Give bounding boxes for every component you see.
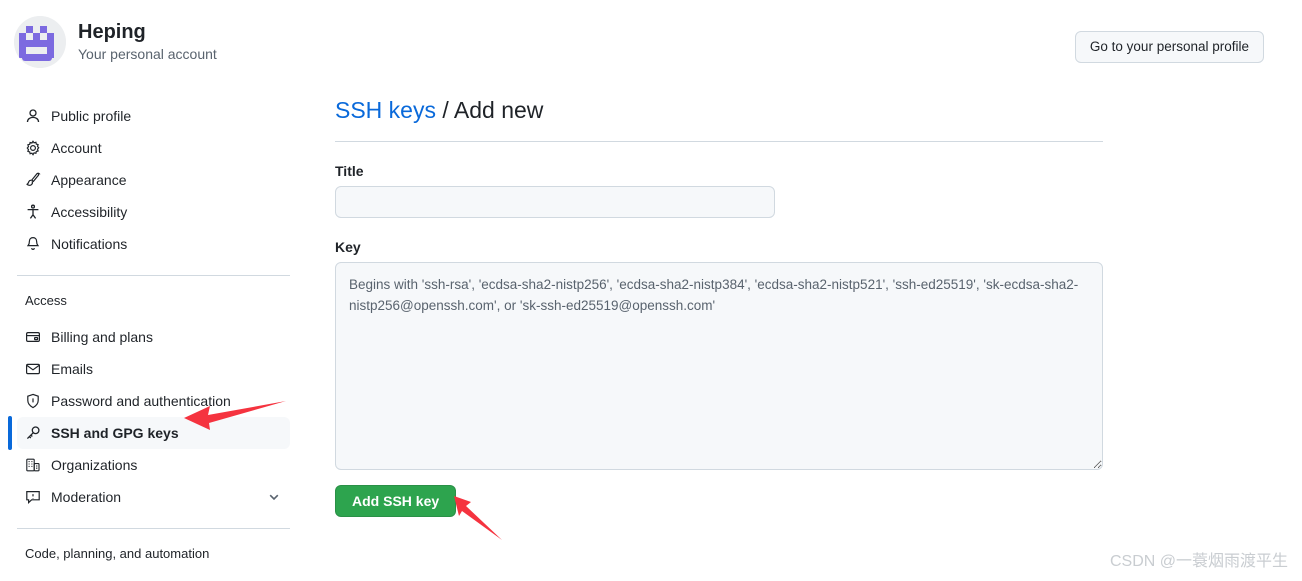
- comment-alert-icon: [25, 489, 41, 505]
- accessibility-icon: [25, 204, 41, 220]
- person-icon: [25, 108, 41, 124]
- sidebar-item-billing-and-plans[interactable]: Billing and plans: [17, 321, 290, 353]
- mail-icon: [25, 361, 41, 377]
- sidebar-item-emails[interactable]: Emails: [17, 353, 290, 385]
- sidebar-item-public-profile[interactable]: Public profile: [17, 100, 290, 132]
- settings-sidebar: Public profile Account Appearance Access…: [0, 100, 300, 581]
- title-input[interactable]: [335, 185, 775, 218]
- sidebar-item-label: Password and authentication: [51, 393, 231, 409]
- title-field-group: Title: [335, 163, 1105, 218]
- breadcrumb-separator: /: [435, 97, 454, 123]
- sidebar-access-group: Billing and plans Emails Password and au…: [0, 321, 300, 513]
- sidebar-item-accessibility[interactable]: Accessibility: [17, 196, 290, 228]
- sidebar-primary-group: Public profile Account Appearance Access…: [0, 100, 300, 260]
- breadcrumb-ssh-keys-link[interactable]: SSH keys: [335, 97, 436, 123]
- paintbrush-icon: [25, 172, 41, 188]
- avatar: [14, 16, 66, 68]
- chevron-down-icon[interactable]: [266, 489, 282, 505]
- page-root: Heping Your personal account Go to your …: [0, 0, 1302, 581]
- page-title: SSH keys / Add new: [335, 96, 1105, 126]
- identicon-avatar: [14, 16, 66, 68]
- sidebar-item-ssh-and-gpg-keys[interactable]: SSH and GPG keys: [8, 416, 290, 450]
- title-field-label: Title: [335, 162, 364, 179]
- sidebar-item-label: Public profile: [51, 108, 132, 124]
- key-field-label: Key: [335, 238, 361, 255]
- sidebar-item-label: Notifications: [51, 236, 128, 252]
- sidebar-item-notifications[interactable]: Notifications: [17, 228, 290, 260]
- account-name: Heping: [78, 21, 146, 44]
- account-subtitle: Your personal account: [78, 46, 217, 63]
- sidebar-item-label: SSH and GPG keys: [51, 425, 179, 441]
- main-content: SSH keys / Add new Title Key Add SSH key: [335, 96, 1105, 517]
- account-text: Heping Your personal account: [78, 20, 217, 63]
- bell-icon: [25, 236, 41, 252]
- sidebar-item-appearance[interactable]: Appearance: [17, 164, 290, 196]
- sidebar-item-label: Moderation: [51, 489, 122, 505]
- sidebar-item-organizations[interactable]: Organizations: [17, 449, 290, 481]
- sidebar-item-label: Appearance: [51, 172, 127, 188]
- shield-icon: [25, 393, 41, 409]
- sidebar-item-password-and-authentication[interactable]: Password and authentication: [17, 385, 290, 417]
- add-ssh-key-button[interactable]: Add SSH key: [335, 484, 457, 517]
- key-icon: [25, 425, 41, 441]
- sidebar-item-label: Organizations: [51, 457, 138, 473]
- sidebar-code-group: Repositories: [0, 574, 300, 581]
- sidebar-item-repositories[interactable]: Repositories: [17, 574, 290, 581]
- account-header: Heping Your personal account: [14, 16, 217, 68]
- credit-card-icon: [25, 329, 41, 345]
- gear-icon: [25, 140, 41, 156]
- sidebar-item-label: Account: [51, 140, 102, 156]
- sidebar-item-account[interactable]: Account: [17, 132, 290, 164]
- organization-icon: [25, 457, 41, 473]
- go-to-personal-profile-button[interactable]: Go to your personal profile: [1074, 31, 1264, 63]
- sidebar-divider-code: [17, 528, 290, 529]
- sidebar-item-label: Billing and plans: [51, 329, 153, 345]
- sidebar-item-label: Emails: [51, 361, 94, 377]
- key-textarea[interactable]: [335, 261, 1103, 470]
- sidebar-item-moderation[interactable]: Moderation: [17, 481, 290, 513]
- breadcrumb-current: Add new: [453, 97, 544, 123]
- sidebar-section-code-title: Code, planning, and automation: [25, 546, 210, 561]
- sidebar-item-label: Accessibility: [51, 204, 128, 220]
- key-field-group: Key: [335, 239, 1105, 470]
- sidebar-section-access-title: Access: [25, 293, 67, 308]
- watermark: CSDN @一蓑烟雨渡平生: [1109, 553, 1288, 570]
- sidebar-divider-access: [17, 275, 290, 276]
- title-divider: [335, 140, 1103, 142]
